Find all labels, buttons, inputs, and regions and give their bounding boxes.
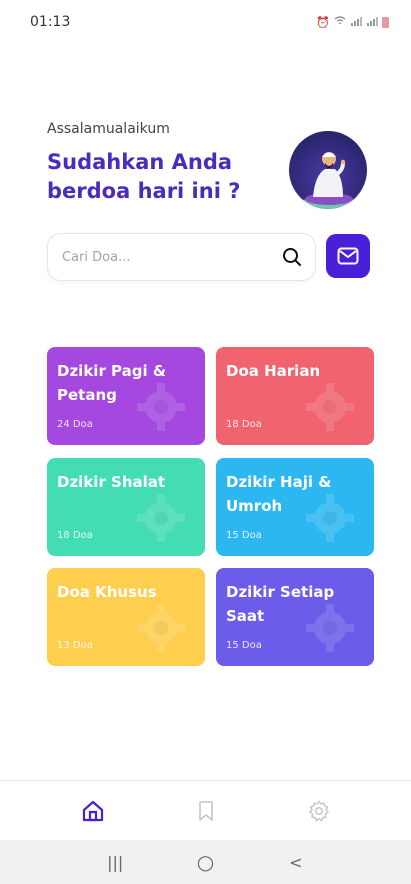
gear-pattern-icon: [306, 604, 354, 652]
category-card-dzikir-pagi-petang[interactable]: Dzikir Pagi & Petang 24 Doa: [47, 347, 205, 445]
system-nav: ||| ○ <: [0, 840, 411, 884]
category-card-dzikir-haji-umroh[interactable]: Dzikir Haji & Umroh 15 Doa: [216, 458, 374, 556]
category-card-dzikir-setiap-saat[interactable]: Dzikir Setiap Saat 15 Doa: [216, 568, 374, 666]
nav-bookmark[interactable]: [186, 791, 226, 831]
battery-icon: [382, 16, 389, 28]
mail-icon: [337, 247, 359, 265]
wifi-icon: [334, 15, 346, 29]
nav-home[interactable]: [73, 791, 113, 831]
category-count: 18 Doa: [57, 530, 93, 541]
page-title: Sudahkan Anda berdoa hari ini ?: [47, 150, 241, 203]
signal-icon: [350, 16, 362, 29]
bookmark-icon: [198, 800, 213, 821]
category-card-doa-harian[interactable]: Doa Harian 18 Doa: [216, 347, 374, 445]
home-icon: [82, 800, 103, 821]
status-bar: 01:13 ⏰: [0, 0, 411, 44]
category-count: 15 Doa: [226, 640, 262, 651]
category-title: Doa Harian: [226, 362, 321, 380]
settings-icon: [308, 800, 329, 821]
nav-settings[interactable]: [299, 791, 339, 831]
gear-pattern-icon: [306, 383, 354, 431]
category-card-dzikir-shalat[interactable]: Dzikir Shalat 18 Doa: [47, 458, 205, 556]
search-input[interactable]: [62, 249, 281, 265]
status-icons: ⏰: [316, 16, 389, 29]
category-card-doa-khusus[interactable]: Doa Khusus 13 Doa: [47, 568, 205, 666]
recents-button[interactable]: |||: [95, 847, 135, 877]
mail-button[interactable]: [326, 234, 370, 278]
gear-pattern-icon: [137, 494, 185, 542]
category-count: 13 Doa: [57, 640, 93, 651]
back-button[interactable]: <: [276, 847, 316, 877]
status-time: 01:13: [30, 14, 71, 30]
search-box: [47, 233, 316, 281]
category-count: 24 Doa: [57, 419, 93, 430]
gear-pattern-icon: [137, 383, 185, 431]
category-title: Dzikir Shalat: [57, 473, 166, 491]
signal-icon: [366, 16, 378, 29]
praying-man-illustration: [289, 131, 367, 209]
category-count: 18 Doa: [226, 419, 262, 430]
gear-pattern-icon: [137, 604, 185, 652]
alarm-icon: ⏰: [316, 15, 330, 29]
search-icon[interactable]: [281, 246, 303, 268]
bottom-nav: [0, 780, 411, 840]
gear-pattern-icon: [306, 494, 354, 542]
category-count: 15 Doa: [226, 530, 262, 541]
category-title: Doa Khusus: [57, 583, 157, 601]
home-button[interactable]: ○: [185, 847, 225, 877]
greeting-text: Assalamualaikum: [47, 121, 170, 137]
